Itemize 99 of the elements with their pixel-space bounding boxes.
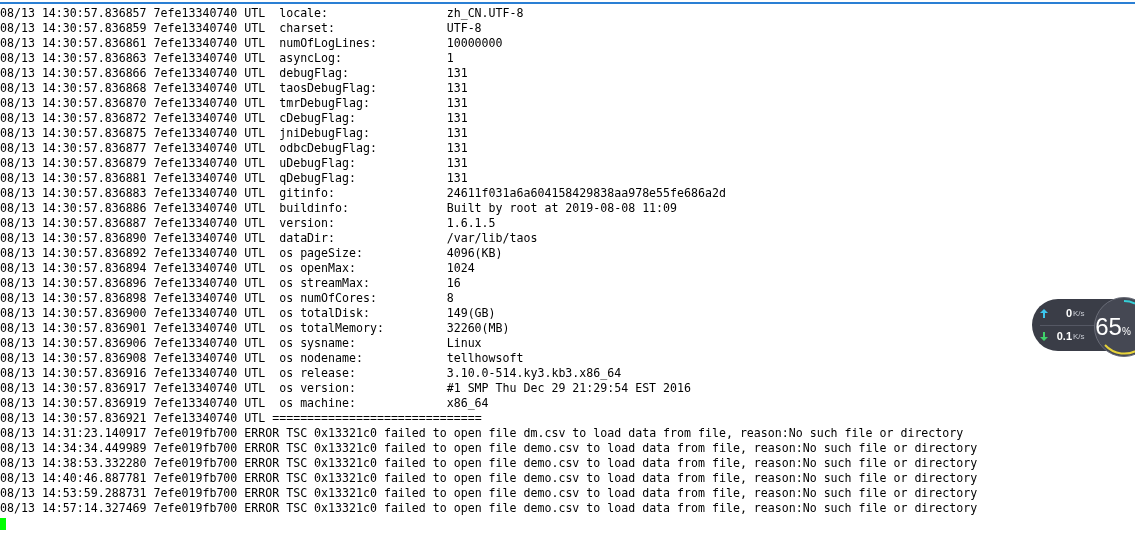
log-line: 08/13 14:30:57.836921 7efe13340740 UTL ============================== [0,411,482,426]
log-value: 1.6.1.5 [446,216,496,231]
log-prefix: 08/13 14:30:57.836866 7efe13340740 UTL [0,66,267,81]
log-key: qDebugFlag: [279,171,447,186]
log-value: Linux [446,336,482,351]
log-value: 131 [446,171,468,186]
log-value: 131 [446,66,468,81]
log-prefix: 08/13 14:30:57.836896 7efe13340740 UTL [0,276,267,291]
log-value: 32260(MB) [446,321,510,336]
log-key: uDebugFlag: [279,156,447,171]
upload-speed: 0 [1064,306,1072,322]
log-prefix: 08/13 14:30:57.836908 7efe13340740 UTL [0,351,267,366]
log-key: numOfLogLines: [279,36,447,51]
log-key: os pageSize: [279,246,447,261]
log-key: os nodename: [279,351,447,366]
log-prefix: 08/13 14:30:57.836883 7efe13340740 UTL [0,186,267,201]
log-value: 131 [446,126,468,141]
log-key: os totalMemory: [279,321,447,336]
log-value: tellhowsoft [446,351,524,366]
log-value: zh_CN.UTF-8 [446,6,524,21]
log-prefix: 08/13 14:30:57.836898 7efe13340740 UTL [0,291,267,306]
log-key: os sysname: [279,336,447,351]
log-prefix: 08/13 14:30:57.836887 7efe13340740 UTL [0,216,267,231]
log-prefix: 08/13 14:30:57.836863 7efe13340740 UTL [0,51,267,66]
log-prefix: 08/13 14:30:57.836868 7efe13340740 UTL [0,81,267,96]
log-prefix: 08/13 14:30:57.836877 7efe13340740 UTL [0,141,267,156]
log-key: os totalDisk: [279,306,447,321]
log-value: 149(GB) [446,306,496,321]
log-prefix: 08/13 14:30:57.836861 7efe13340740 UTL [0,36,267,51]
gauge-arc [1104,344,1135,355]
log-value: 16 [446,276,461,291]
log-value: 131 [446,111,468,126]
log-key: os machine: [279,396,447,411]
log-line: 08/13 14:34:34.449989 7efe019fb700 ERROR TSC 0x13321c0 failed to open file demo.csv to load data from file, reason:No such file or directory [0,441,978,456]
log-key: odbcDebugFlag: [279,141,447,156]
log-value: 4096(KB) [446,246,503,261]
log-line: 08/13 14:38:53.332280 7efe019fb700 ERROR TSC 0x13321c0 failed to open file demo.csv to load data from file, reason:No such file or directory [0,456,978,471]
log-key: asyncLog: [279,51,447,66]
log-line: 08/13 14:57:14.327469 7efe019fb700 ERROR TSC 0x13321c0 failed to open file demo.csv to load data from file, reason:No such file or directory [0,501,978,516]
log-line: 08/13 14:53:59.288731 7efe019fb700 ERROR TSC 0x13321c0 failed to open file demo.csv to load data from file, reason:No such file or directory [0,486,978,501]
log-key: gitinfo: [279,186,447,201]
log-value: /var/lib/taos [446,231,538,246]
log-prefix: 08/13 14:30:57.836900 7efe13340740 UTL [0,306,267,321]
log-prefix: 08/13 14:30:57.836872 7efe13340740 UTL [0,111,267,126]
log-key: os release: [279,366,447,381]
log-value: 131 [446,156,468,171]
log-prefix: 08/13 14:30:57.836901 7efe13340740 UTL [0,321,267,336]
terminal-cursor [0,517,6,530]
log-key: os streamMax: [279,276,447,291]
log-prefix: 08/13 14:30:57.836906 7efe13340740 UTL [0,336,267,351]
log-prefix: 08/13 14:30:57.836879 7efe13340740 UTL [0,156,267,171]
upload-unit: K/s [1073,307,1085,320]
log-key: os version: [279,381,447,396]
log-key: cDebugFlag: [279,111,447,126]
log-value: 131 [446,81,468,96]
log-value: UTF-8 [446,21,482,36]
log-prefix: 08/13 14:30:57.836894 7efe13340740 UTL [0,261,267,276]
download-speed: 0.1 [1055,329,1072,345]
log-key: charset: [279,21,447,36]
log-line: 08/13 14:31:23.140917 7efe019fb700 ERROR TSC 0x13321c0 failed to open file dm.csv to load data from file, reason:No such file or directory [0,426,964,441]
log-key: dataDir: [279,231,447,246]
log-key: jniDebugFlag: [279,126,447,141]
log-prefix: 08/13 14:30:57.836919 7efe13340740 UTL [0,396,267,411]
log-key: os openMax: [279,261,447,276]
upload-arrow-icon [1040,309,1048,318]
gauge-arc [1123,300,1135,305]
log-value: 1024 [446,261,475,276]
log-prefix: 08/13 14:30:57.836857 7efe13340740 UTL [0,6,267,21]
log-prefix: 08/13 14:30:57.836892 7efe13340740 UTL [0,246,267,261]
log-prefix: 08/13 14:30:57.836875 7efe13340740 UTL [0,126,267,141]
log-prefix: 08/13 14:30:57.836917 7efe13340740 UTL [0,381,267,396]
log-value: 131 [446,141,468,156]
log-value: 1 [446,51,454,66]
log-value: 131 [446,96,468,111]
log-prefix: 08/13 14:30:57.836916 7efe13340740 UTL [0,366,267,381]
log-value: 8 [446,291,454,306]
log-value: 24611f031a6a604158429838aa978e55fe686a2d [446,186,726,201]
usage-value: 65 [1095,312,1122,342]
log-value: x86_64 [446,396,489,411]
log-key: buildinfo: [279,201,447,216]
log-prefix: 08/13 14:30:57.836870 7efe13340740 UTL [0,96,267,111]
log-prefix: 08/13 14:30:57.836859 7efe13340740 UTL [0,21,267,36]
usage-unit: % [1121,326,1131,339]
download-arrow-icon [1040,332,1048,341]
log-value: Built by root at 2019-08-08 11:09 [446,201,678,216]
log-prefix: 08/13 14:30:57.836881 7efe13340740 UTL [0,171,267,186]
log-key: debugFlag: [279,66,447,81]
log-key: os numOfCores: [279,291,447,306]
log-key: locale: [279,6,447,21]
log-prefix: 08/13 14:30:57.836886 7efe13340740 UTL [0,201,267,216]
log-prefix: 08/13 14:30:57.836890 7efe13340740 UTL [0,231,267,246]
log-value: 10000000 [446,36,503,51]
log-value: 3.10.0-514.ky3.kb3.x86_64 [446,366,622,381]
download-unit: K/s [1073,330,1085,343]
log-value: #1 SMP Thu Dec 29 21:29:54 EST 2016 [446,381,691,396]
log-key: tmrDebugFlag: [279,96,447,111]
log-key: taosDebugFlag: [279,81,447,96]
log-key: version: [279,216,447,231]
log-line: 08/13 14:40:46.887781 7efe019fb700 ERROR TSC 0x13321c0 failed to open file demo.csv to load data from file, reason:No such file or directory [0,471,978,486]
